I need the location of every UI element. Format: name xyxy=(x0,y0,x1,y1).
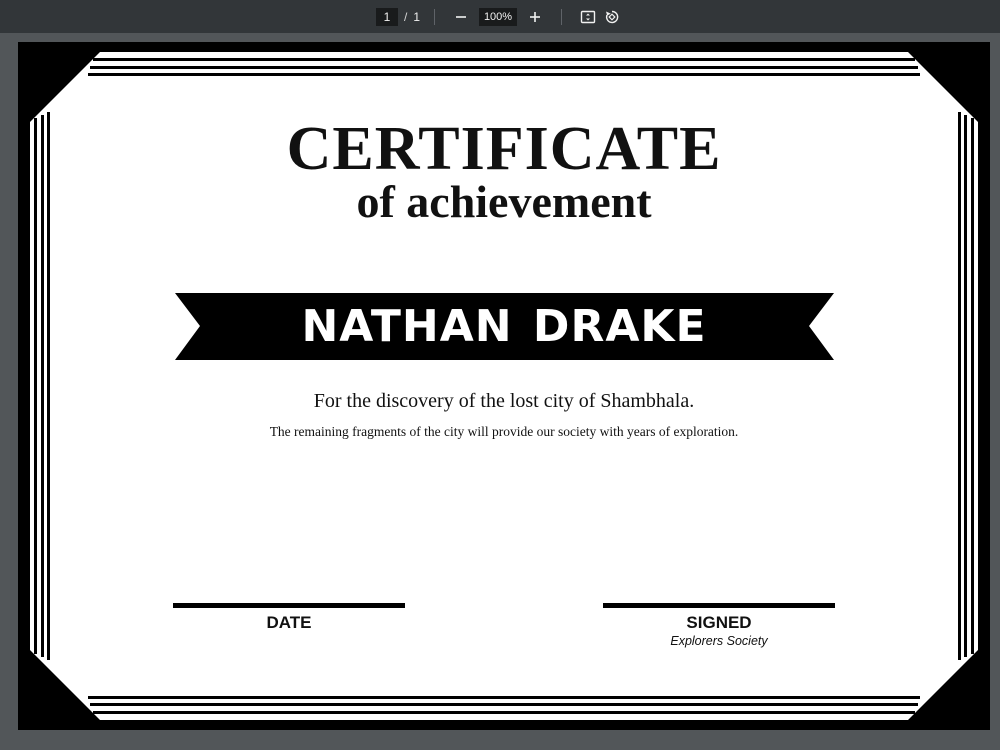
rotate-button[interactable] xyxy=(600,5,624,29)
recipient-name: NATHAN DRAKE xyxy=(301,301,707,352)
rotate-icon xyxy=(605,10,619,23)
view-controls xyxy=(576,5,624,29)
zoom-controls xyxy=(449,5,547,29)
signature-line xyxy=(603,603,835,608)
certificate-subtitle: of achievement xyxy=(356,176,652,227)
fit-to-page-button[interactable] xyxy=(576,5,600,29)
pdf-toolbar: / 1 xyxy=(0,0,1000,33)
toolbar-divider xyxy=(434,8,436,25)
award-reason: For the discovery of the lost city of Sh… xyxy=(313,390,695,412)
signed-label: SIGNED xyxy=(686,613,752,632)
zoom-level-input[interactable] xyxy=(479,7,518,26)
award-reason-detail: The remaining fragments of the city will… xyxy=(269,424,739,439)
minus-icon xyxy=(456,15,467,18)
date-line xyxy=(173,603,405,608)
fit-to-page-icon xyxy=(580,10,596,23)
plus-icon xyxy=(530,11,541,22)
page-number-input[interactable] xyxy=(375,7,398,26)
zoom-in-button[interactable] xyxy=(523,5,547,29)
certificate-page: CERTIFICATE of achievement NATHAN DRAKE … xyxy=(18,42,990,730)
page-separator: / xyxy=(403,9,408,24)
signed-by: Explorers Society xyxy=(670,634,768,648)
total-pages: 1 xyxy=(413,9,421,24)
zoom-out-button[interactable] xyxy=(449,5,473,29)
toolbar-divider xyxy=(561,8,563,25)
page-navigation: / 1 xyxy=(375,7,421,26)
date-label: DATE xyxy=(266,613,312,632)
